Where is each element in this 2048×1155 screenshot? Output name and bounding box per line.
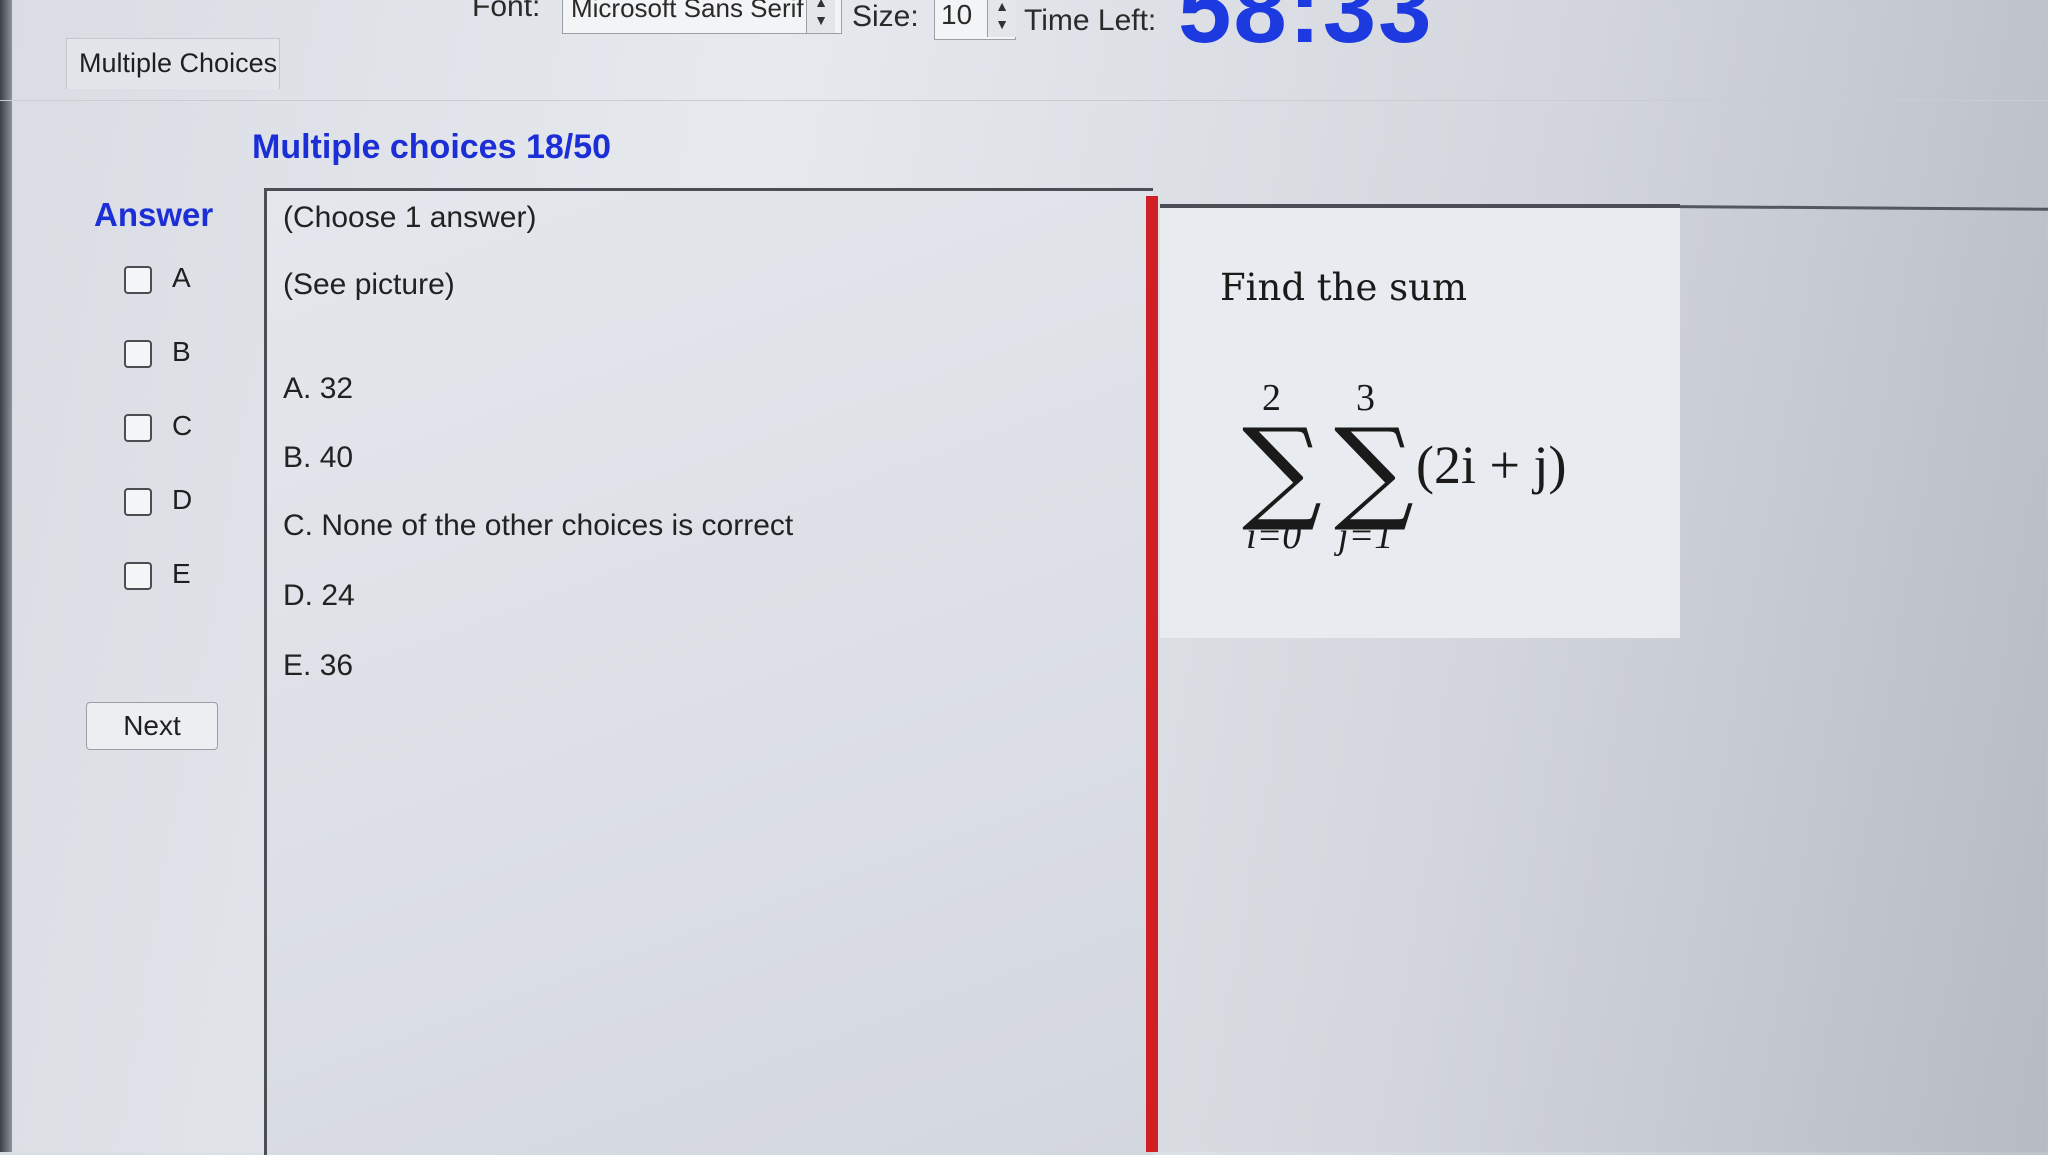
choice-c: C. None of the other choices is correct xyxy=(283,509,793,543)
outer-lower-limit: i=0 xyxy=(1246,515,1302,557)
size-spinner[interactable]: ▲ ▼ xyxy=(987,0,1016,37)
choice-text: 36 xyxy=(319,649,354,682)
double-sum-formula: 2 ∑ i=0 3 ∑ j=1 (2i + j) xyxy=(1160,208,1680,638)
choice-letter: B. xyxy=(283,441,312,474)
tab-multiple-choices[interactable]: Multiple Choices xyxy=(66,38,280,89)
window-edge xyxy=(0,0,12,1152)
option-letter: A xyxy=(172,262,191,293)
choice-d: D. 24 xyxy=(283,579,355,613)
font-select[interactable]: Microsoft Sans Serif xyxy=(562,0,842,34)
choice-text: 40 xyxy=(319,441,354,474)
countdown-timer: 58:33 xyxy=(1178,0,1434,63)
size-value: 10 xyxy=(941,0,973,30)
font-label: Font: xyxy=(472,0,541,23)
picture-panel-border xyxy=(1661,205,2048,211)
panel-divider xyxy=(1146,196,1158,1152)
checkbox-c[interactable] xyxy=(124,414,152,442)
choice-letter: E. xyxy=(283,649,312,682)
question-counter-title: Multiple choices 18/50 xyxy=(252,128,612,166)
spin-down-icon[interactable]: ▼ xyxy=(988,15,1016,33)
tab-divider xyxy=(0,100,2048,101)
question-instruction: (Choose 1 answer) xyxy=(283,201,537,234)
choice-letter: C. xyxy=(283,509,313,542)
choice-letter: A. xyxy=(283,372,312,405)
choice-letter: D. xyxy=(283,579,313,612)
checkbox-b[interactable] xyxy=(124,340,152,368)
font-spinner[interactable]: ▲ ▼ xyxy=(806,0,835,33)
spin-up-icon[interactable]: ▲ xyxy=(988,0,1016,15)
choice-a: A. 32 xyxy=(283,372,353,406)
option-letter: C xyxy=(172,410,193,441)
choice-text: 32 xyxy=(319,372,354,405)
size-label: Size: xyxy=(852,0,919,33)
choice-e: E. 36 xyxy=(283,649,353,683)
time-left-label: Time Left: xyxy=(1024,4,1157,37)
option-letter: B xyxy=(172,336,191,367)
choice-text: 24 xyxy=(321,579,355,612)
question-see-picture: (See picture) xyxy=(283,268,455,301)
choice-text: None of the other choices is correct xyxy=(321,509,794,542)
spin-down-icon[interactable]: ▼ xyxy=(807,11,835,29)
inner-lower-limit: j=1 xyxy=(1338,515,1394,557)
next-button[interactable]: Next xyxy=(86,702,218,750)
question-picture: Find the sum 2 ∑ i=0 3 ∑ j=1 (2i + j) xyxy=(1160,204,1680,638)
font-select-value: Microsoft Sans Serif xyxy=(571,0,804,23)
answer-heading: Answer xyxy=(94,196,214,233)
choice-b: B. 40 xyxy=(283,441,353,475)
outer-sigma-icon: ∑ xyxy=(1242,405,1322,535)
checkbox-e[interactable] xyxy=(124,562,152,590)
size-input[interactable]: 10 ▲ ▼ xyxy=(934,0,1016,40)
option-letter: E xyxy=(172,558,191,589)
toolbar: Font: Microsoft Sans Serif ▲ ▼ Size: 10 … xyxy=(0,0,2048,58)
summand-expression: (2i + j) xyxy=(1416,435,1567,495)
inner-sigma-icon: ∑ xyxy=(1334,405,1414,535)
question-panel: (Choose 1 answer) (See picture) A. 32 B.… xyxy=(264,188,1153,1155)
checkbox-a[interactable] xyxy=(124,266,152,294)
spin-up-icon[interactable]: ▲ xyxy=(807,0,835,11)
checkbox-d[interactable] xyxy=(124,488,152,516)
option-letter: D xyxy=(172,484,193,515)
